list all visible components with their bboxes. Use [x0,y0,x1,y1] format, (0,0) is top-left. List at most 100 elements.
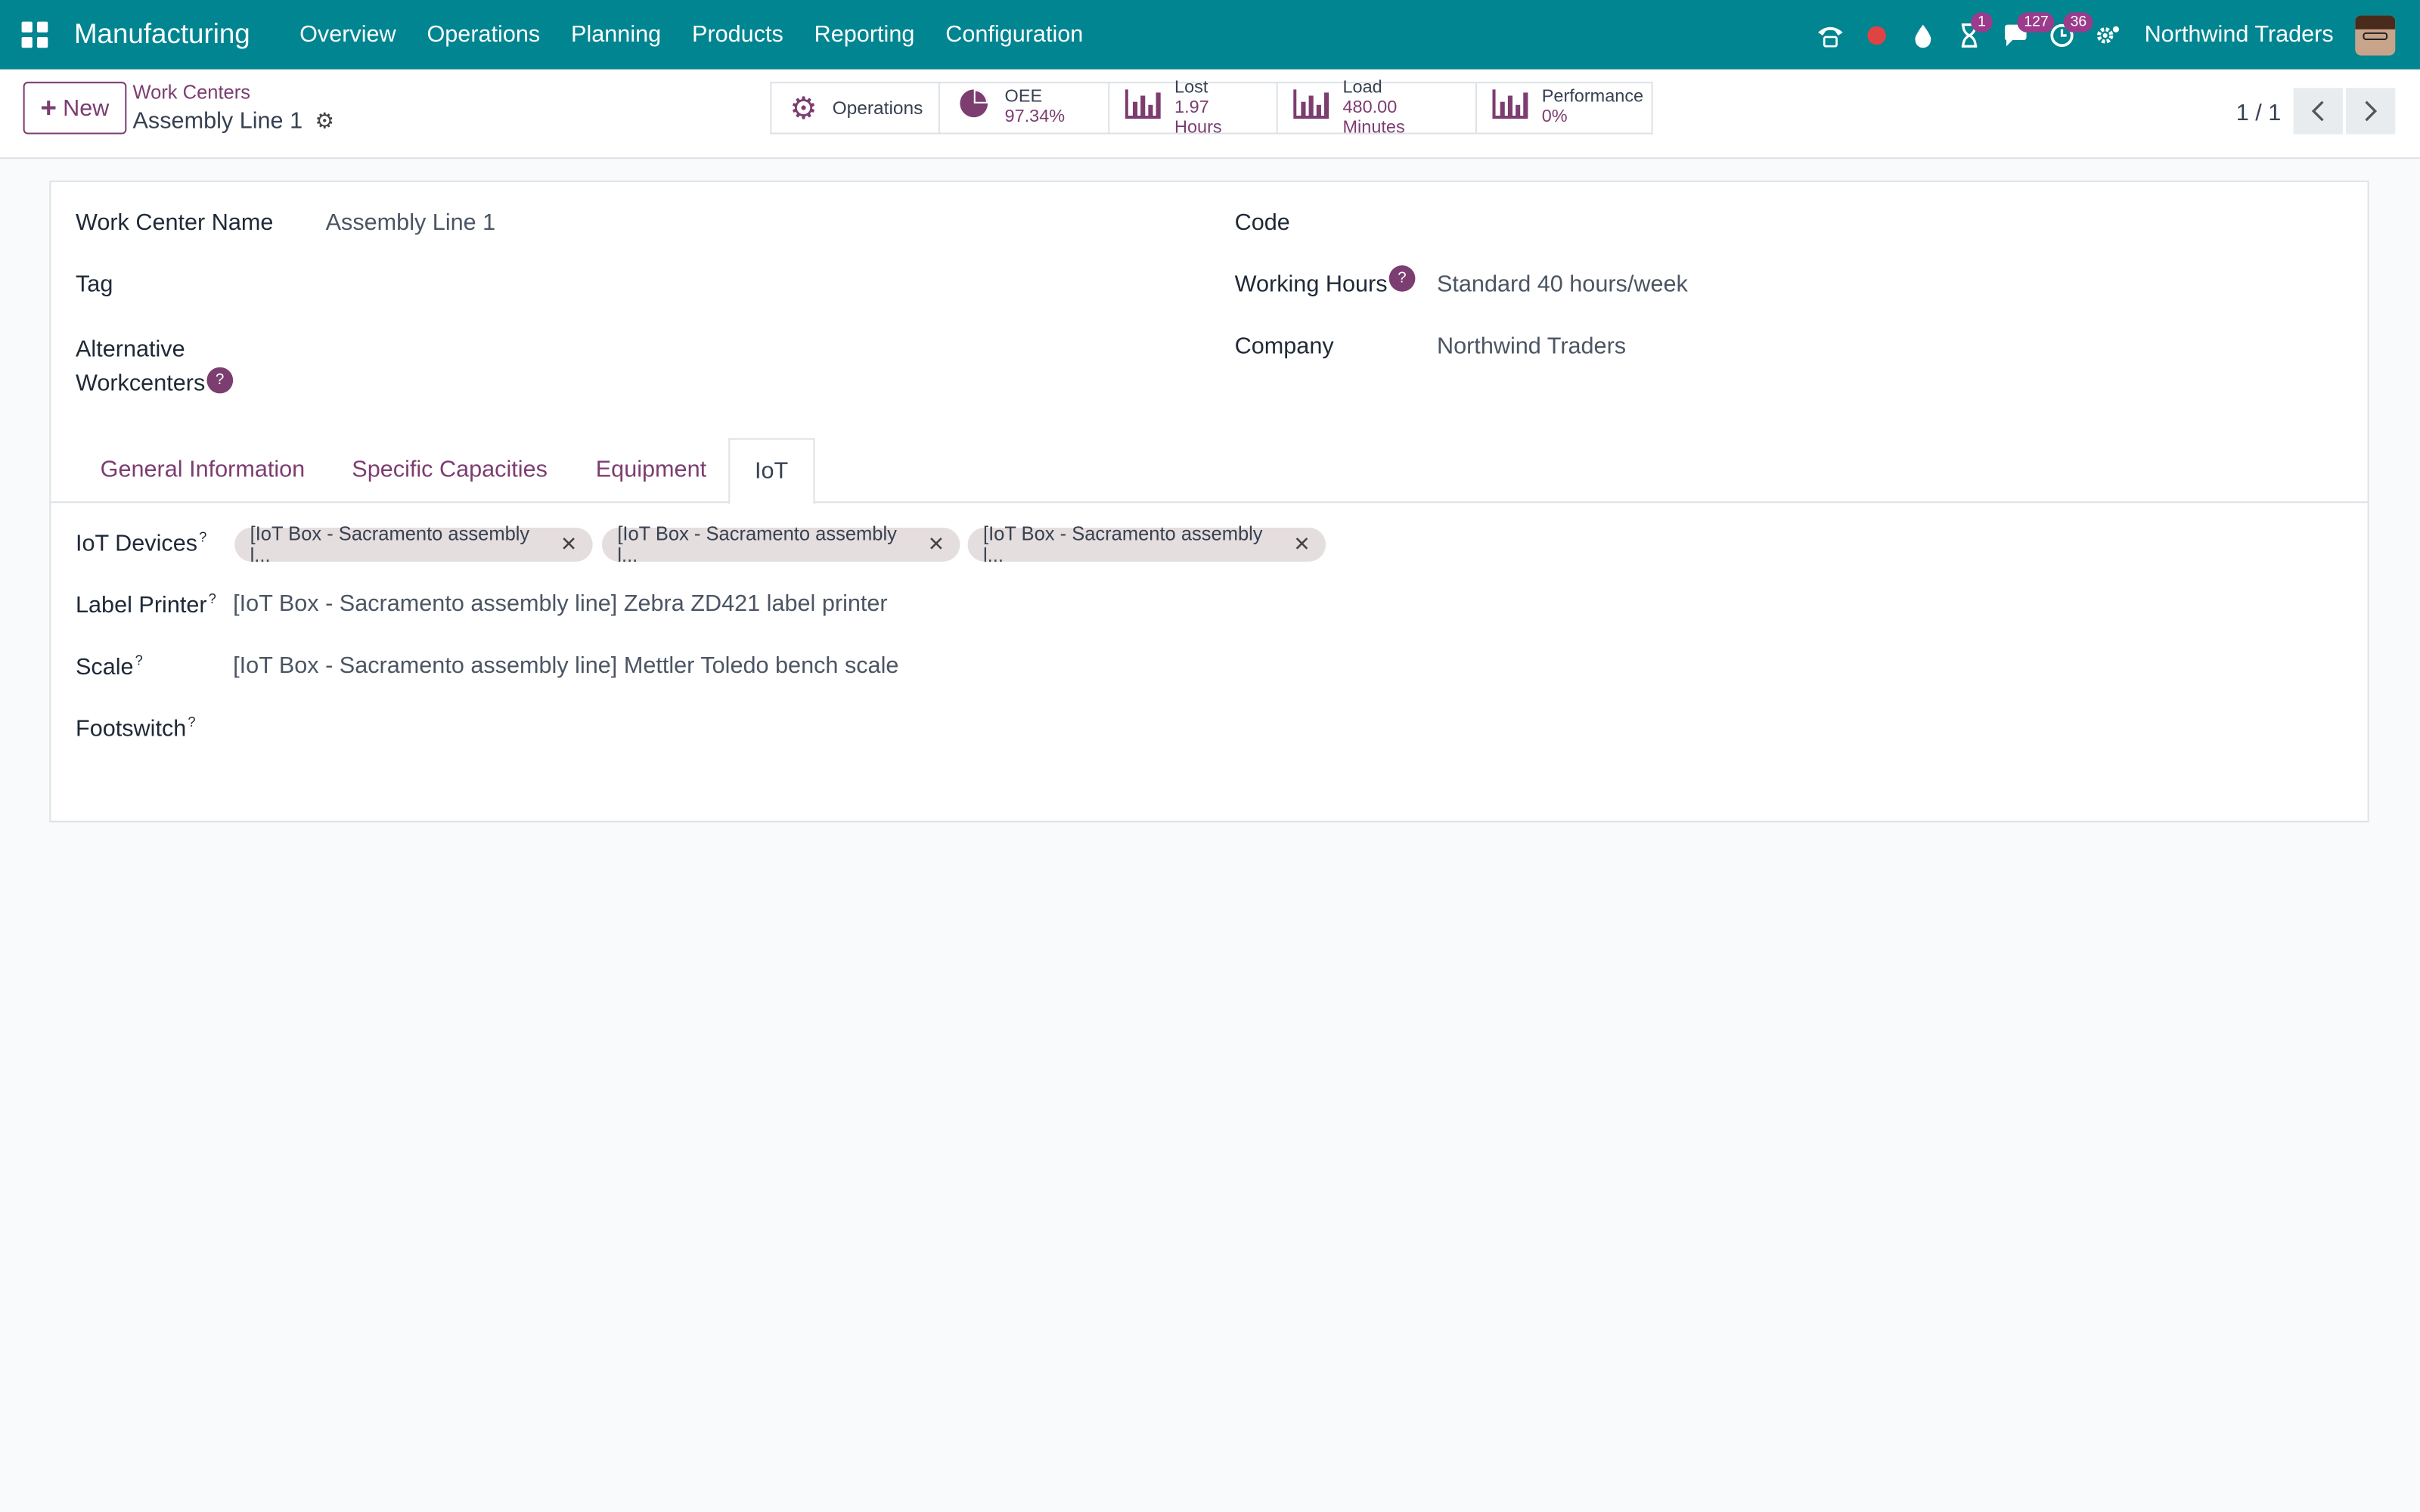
performance-label: Performance [1541,88,1644,107]
operations-label: Operations [832,97,923,119]
gear-icon[interactable]: ⚙ [315,108,334,135]
tag-label: Tag [75,271,113,298]
company-input[interactable]: Northwind Traders [1437,333,1626,360]
performance-text: Performance 0% [1542,88,1643,128]
iot-device-tag[interactable]: [IoT Box - Sacramento assembly l... ✕ [967,523,1326,566]
help-icon[interactable]: ? [135,652,143,668]
help-icon[interactable]: ? [199,529,206,544]
record-title-text: Assembly Line 1 [132,107,303,135]
record-title: Assembly Line 1 ⚙ [133,108,335,135]
lost-label: Lost [1174,78,1208,97]
app-menu-icon[interactable] [15,16,52,53]
phone-icon[interactable] [1808,0,1854,70]
drop-icon[interactable] [1900,0,1947,70]
messages-icon[interactable]: 127 [1993,0,2055,70]
tab-iot[interactable]: IoT [728,438,814,505]
close-icon[interactable]: ✕ [928,532,945,557]
scale-label: Scale? [76,652,143,680]
scale-input[interactable]: [IoT Box - Sacramento assembly line] Met… [233,652,898,679]
iot-device-tag-label: [IoT Box - Sacramento assembly l... [617,522,897,566]
tab-equipment[interactable]: Equipment [571,438,731,503]
menu-overview[interactable]: Overview [284,0,411,70]
activities-badge: 1 [1971,12,1993,33]
plus-icon: + [40,91,57,123]
notebook-tabs: General Information Specific Capacities … [51,438,2368,505]
menu-planning[interactable]: Planning [556,0,677,70]
settings-icon[interactable] [2086,0,2132,70]
help-icon[interactable]: ? [206,367,234,394]
performance-button[interactable]: Performance 0% [1477,83,1652,132]
recording-icon[interactable] [1854,0,1900,70]
iot-device-tag-label: [IoT Box - Sacramento assembly l... [982,522,1263,566]
performance-value: 0% [1541,107,1568,127]
load-button[interactable]: Load 480.00 Minutes [1278,78,1478,137]
alternative-workcenters-input[interactable] [326,333,1190,373]
page: Manufacturing Overview Operations Planni… [0,0,2420,1512]
work-center-name-input[interactable]: Assembly Line 1 [326,210,496,237]
clock-icon[interactable]: 36 [2040,0,2093,70]
tab-specific-capacities[interactable]: Specific Capacities [327,438,572,503]
iot-devices-label-text: IoT Devices [75,531,198,557]
footswitch-label-text: Footswitch [75,715,187,742]
code-label: Code [1234,209,1290,237]
help-icon[interactable]: ? [209,591,216,606]
app-name[interactable]: Manufacturing [74,18,250,51]
chevron-right-icon[interactable] [2346,88,2396,135]
close-icon[interactable]: ✕ [1293,532,1310,557]
code-input[interactable] [1437,200,2347,240]
iot-device-tag[interactable]: [IoT Box - Sacramento assembly l... ✕ [234,523,593,566]
close-icon[interactable]: ✕ [560,532,577,557]
working-hours-label-text: Working Hours [1234,271,1388,298]
load-label: Load [1342,78,1382,97]
pager-value[interactable]: 1 / 1 [2236,101,2282,127]
load-value: 480.00 Minutes [1342,98,1405,137]
scale-label-text: Scale [75,654,134,680]
label-printer-label: Label Printer? [76,591,216,619]
load-text: Load 480.00 Minutes [1342,78,1460,138]
help-icon[interactable]: ? [188,714,195,730]
breadcrumb-work-centers[interactable]: Work Centers [133,82,250,104]
chevron-left-icon[interactable] [2293,88,2343,135]
main-menu: Overview Operations Planning Products Re… [284,0,1099,70]
top-navbar: Manufacturing Overview Operations Planni… [0,0,2420,70]
control-panel: + New Work Centers Assembly Line 1 ⚙ ⚙ O… [0,69,2420,160]
footswitch-input[interactable] [233,707,1097,747]
oee-button[interactable]: OEE 97.34% [940,83,1110,133]
bar-chart-icon [1492,88,1529,128]
menu-reporting[interactable]: Reporting [799,0,930,70]
bar-chart-icon [1125,88,1162,128]
footswitch-label: Footswitch? [76,714,196,742]
oee-text: OEE 97.34% [1005,88,1066,128]
lost-text: Lost 1.97 Hours [1174,78,1261,138]
alternative-label-line2: Workcenters [75,370,206,397]
iot-device-tag-label: [IoT Box - Sacramento assembly l... [250,522,530,566]
alternative-label-line1: Alternative [75,336,185,363]
lost-value: 1.97 Hours [1174,98,1222,137]
company-label: Company [1234,333,1334,360]
tab-general-information[interactable]: General Information [76,438,330,503]
user-avatar[interactable] [2355,14,2396,55]
tag-input[interactable] [326,262,1190,302]
iot-devices-label: IoT Devices? [76,529,206,557]
menu-operations[interactable]: Operations [411,0,556,70]
work-center-name-label: Work Center Name [75,209,274,237]
help-icon[interactable]: ? [1388,265,1416,292]
new-button-label: New [63,94,110,122]
oee-value: 97.34% [1004,107,1066,127]
iot-device-tag[interactable]: [IoT Box - Sacramento assembly l... ✕ [601,523,960,566]
menu-configuration[interactable]: Configuration [930,0,1099,70]
gear-icon: ⚙ [790,91,818,126]
pie-chart-icon [955,86,992,129]
lost-button[interactable]: Lost 1.97 Hours [1109,78,1278,137]
smart-buttons: ⚙ Operations OEE 97.34% Lost 1.97 Hours [770,78,1653,137]
company-switcher[interactable]: Northwind Traders [2145,22,2334,48]
alternative-workcenters-label: Alternative Workcenters? [75,333,234,401]
label-printer-label-text: Label Printer [75,592,207,619]
new-button[interactable]: + New [23,82,127,135]
activities-icon[interactable]: 1 [1947,0,1993,70]
operations-button[interactable]: ⚙ Operations [771,83,940,133]
working-hours-input[interactable]: Standard 40 hours/week [1437,271,1688,298]
label-printer-input[interactable]: [IoT Box - Sacramento assembly line] Zeb… [233,591,887,618]
oee-label: OEE [1004,88,1043,107]
menu-products[interactable]: Products [677,0,799,70]
